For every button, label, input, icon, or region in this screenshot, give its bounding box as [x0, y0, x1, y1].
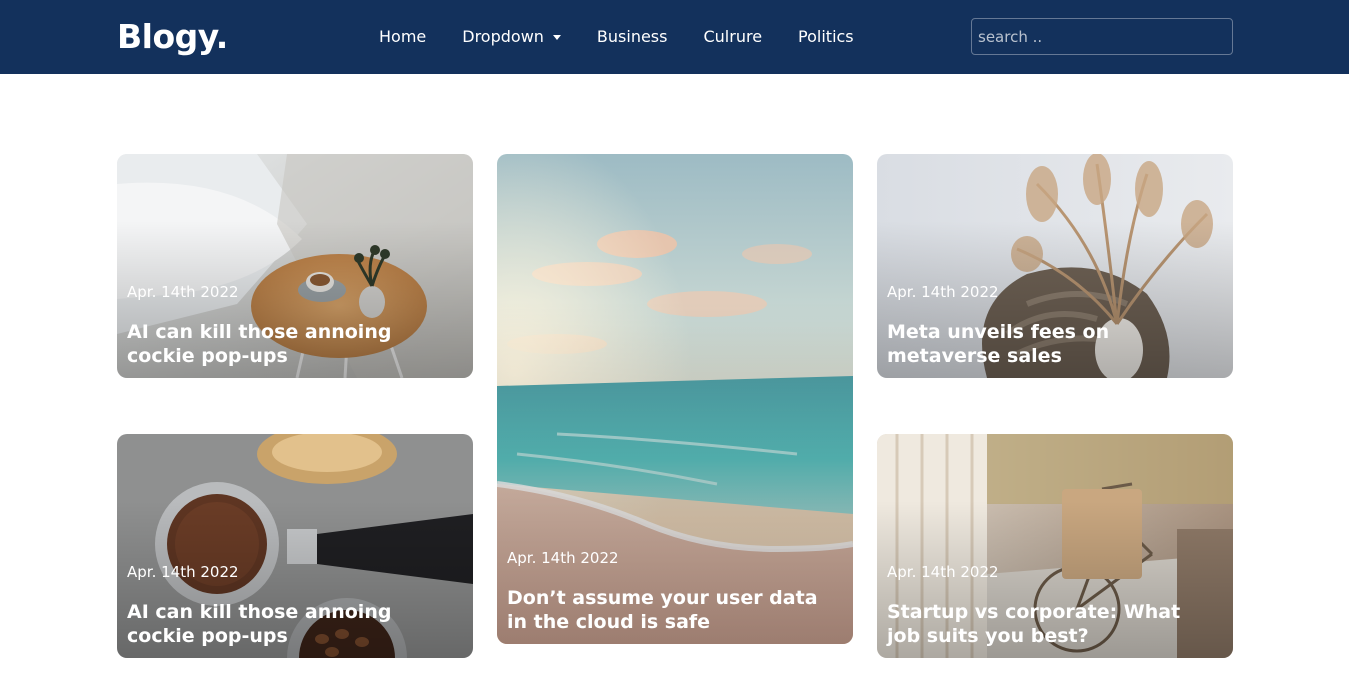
post-title[interactable]: AI can kill those annoing cockie pop-ups: [127, 600, 457, 648]
post-card[interactable]: Apr. 14th 2022 AI can kill those annoing…: [117, 434, 473, 658]
navbar: Blogy. Home Dropdown Business Culrure Po…: [0, 0, 1349, 74]
post-date: Apr. 14th 2022: [507, 549, 619, 567]
post-title[interactable]: Startup vs corporate: What job suits you…: [887, 600, 1217, 648]
nav-politics[interactable]: Politics: [780, 22, 872, 52]
caret-down-icon: [552, 35, 561, 40]
post-date: Apr. 14th 2022: [887, 563, 999, 581]
nav-dropdown-label: Dropdown: [462, 27, 544, 46]
search-input[interactable]: [971, 18, 1233, 55]
nav-culture[interactable]: Culrure: [685, 22, 780, 52]
nav-business[interactable]: Business: [579, 22, 686, 52]
post-title[interactable]: Meta unveils fees on metaverse sales: [887, 320, 1217, 368]
post-card[interactable]: Apr. 14th 2022 AI can kill those annoing…: [117, 154, 473, 378]
brand-logo[interactable]: Blogy.: [117, 16, 228, 58]
post-card[interactable]: Apr. 14th 2022 Meta unveils fees on meta…: [877, 154, 1233, 378]
post-title[interactable]: Don’t assume your user data in the cloud…: [507, 586, 837, 634]
main-nav: Home Dropdown Business Culrure Politics: [361, 22, 872, 52]
post-date: Apr. 14th 2022: [127, 283, 239, 301]
post-date: Apr. 14th 2022: [887, 283, 999, 301]
post-date: Apr. 14th 2022: [127, 563, 239, 581]
post-title[interactable]: AI can kill those annoing cockie pop-ups: [127, 320, 457, 368]
post-card[interactable]: Apr. 14th 2022 Startup vs corporate: Wha…: [877, 434, 1233, 658]
post-card-featured[interactable]: Apr. 14th 2022 Don’t assume your user da…: [497, 154, 853, 644]
nav-dropdown[interactable]: Dropdown: [444, 22, 579, 52]
nav-home[interactable]: Home: [361, 22, 444, 52]
